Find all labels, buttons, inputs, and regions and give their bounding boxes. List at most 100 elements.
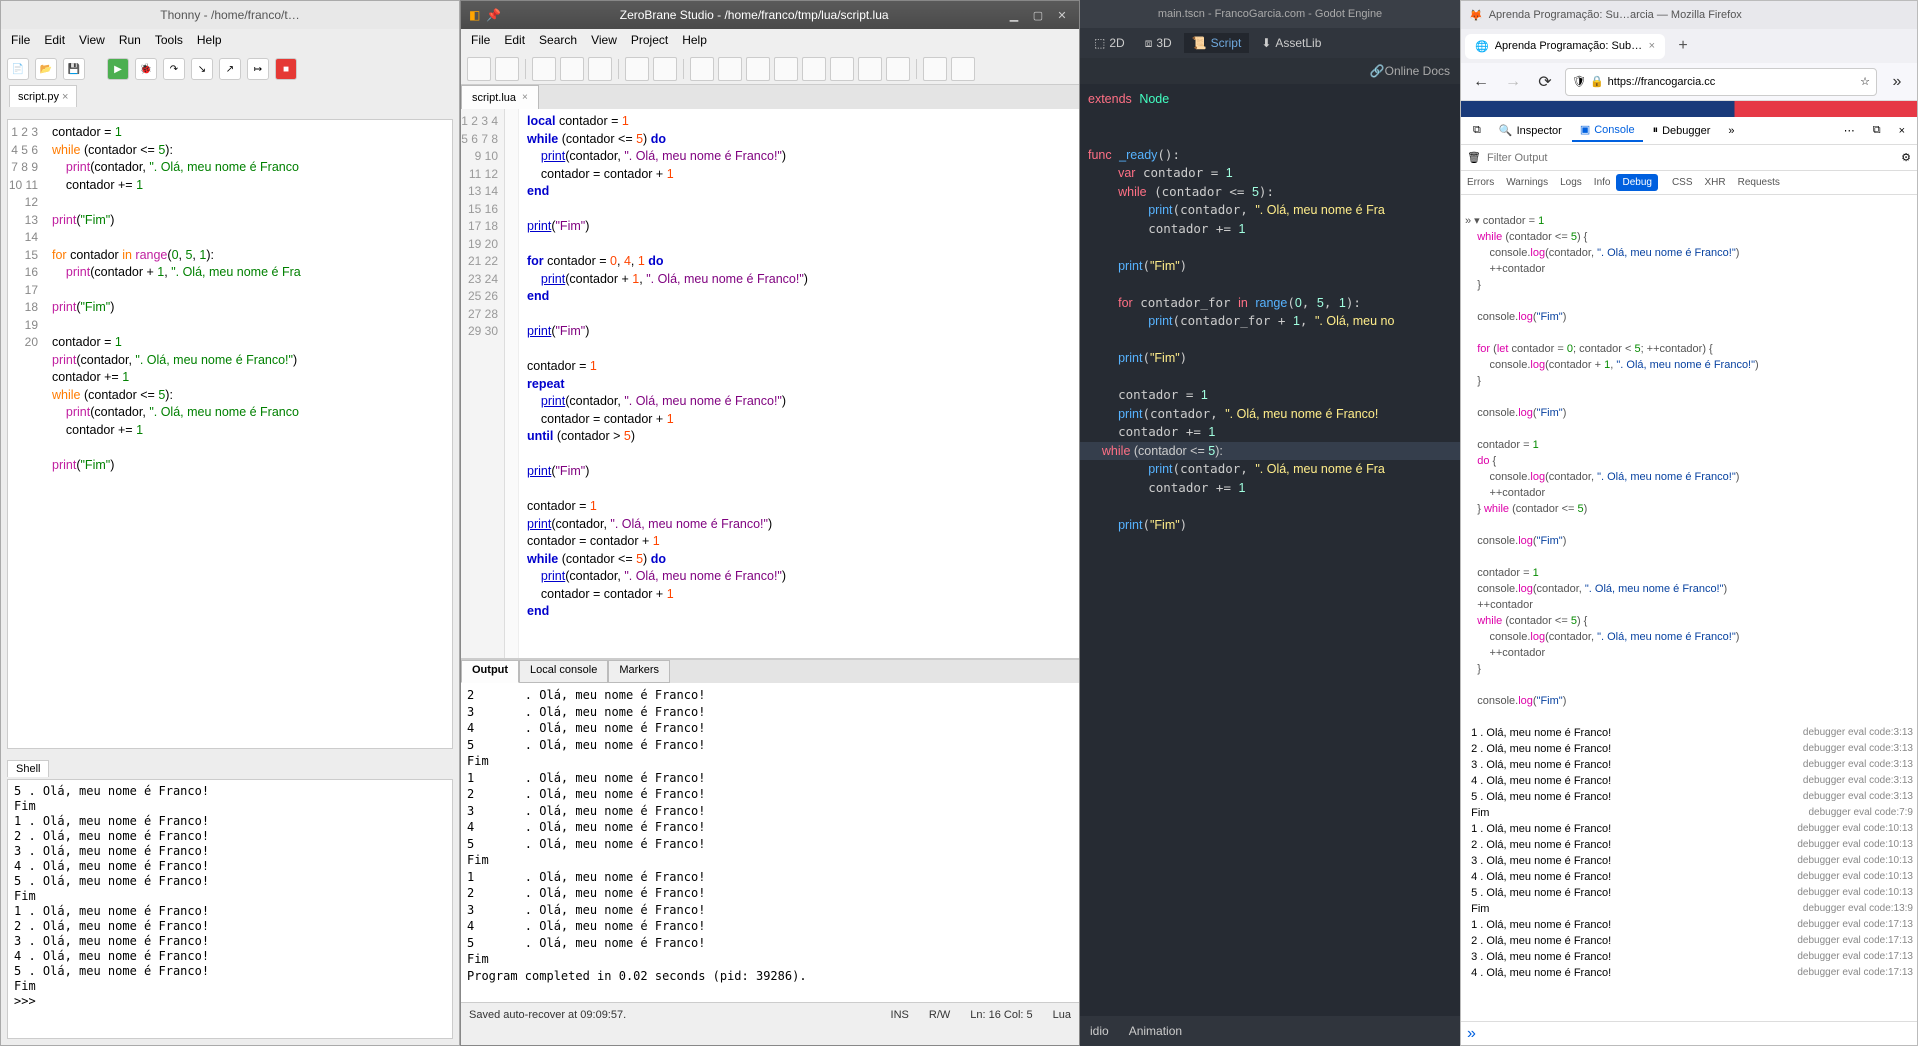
save-icon[interactable] xyxy=(532,57,556,81)
step-out-icon[interactable] xyxy=(830,57,854,81)
cat-debug[interactable]: Debug xyxy=(1616,174,1657,191)
menu-run[interactable]: Run xyxy=(113,31,147,51)
local-console-tab[interactable]: Local console xyxy=(519,660,608,683)
break-icon[interactable] xyxy=(858,57,882,81)
menu-tools[interactable]: Tools xyxy=(149,31,189,51)
menu-view[interactable]: View xyxy=(73,31,111,51)
new-file-icon[interactable]: 📄 xyxy=(7,58,29,80)
menu-file[interactable]: File xyxy=(5,31,36,51)
url-bar[interactable]: 🛡 🔒 https://francogarcia.cc ☆ xyxy=(1565,68,1877,96)
step-over-icon[interactable]: ↷ xyxy=(163,58,185,80)
settings-icon[interactable]: ⚙ xyxy=(1901,151,1911,164)
menu-search[interactable]: Search xyxy=(533,31,583,51)
save-all-icon[interactable] xyxy=(560,57,584,81)
devtools-menu-icon[interactable]: ⋯ xyxy=(1836,120,1863,141)
cat-requests[interactable]: Requests xyxy=(1732,174,1786,191)
animation-label[interactable]: Animation xyxy=(1129,1024,1182,1038)
thonny-shell[interactable]: 5 . Olá, meu nome é Franco! Fim 1 . Olá,… xyxy=(7,779,453,1039)
cat-warnings[interactable]: Warnings xyxy=(1500,174,1554,191)
inspector-tab[interactable]: 🔍 Inspector xyxy=(1491,120,1570,141)
find-icon[interactable] xyxy=(625,57,649,81)
debugger-tab[interactable]: ⏸ Debugger xyxy=(1645,120,1719,141)
devtools-close-icon[interactable]: × xyxy=(1891,121,1913,141)
thonny-code[interactable]: contador = 1 while (contador <= 5): prin… xyxy=(44,120,452,748)
close-icon[interactable]: ✕ xyxy=(1053,6,1071,24)
idio-label[interactable]: idio xyxy=(1090,1024,1109,1038)
menu-help[interactable]: Help xyxy=(676,31,713,51)
maximize-icon[interactable]: ▢ xyxy=(1029,6,1047,24)
cat-xhr[interactable]: XHR xyxy=(1699,174,1732,191)
reload-icon[interactable]: ⟳ xyxy=(1533,70,1557,94)
open-file-icon[interactable]: 📂 xyxy=(35,58,57,80)
bookmarks-icon[interactable] xyxy=(951,57,975,81)
zb-titlebar: ◧ 📌 ZeroBrane Studio - /home/franco/tmp/… xyxy=(461,1,1079,29)
step-into-icon[interactable]: ↘ xyxy=(191,58,213,80)
godot-code[interactable]: extends Node func _ready(): var contador… xyxy=(1080,84,1460,964)
cat-logs[interactable]: Logs xyxy=(1554,174,1588,191)
back-icon[interactable]: ← xyxy=(1469,70,1493,94)
overflow-icon[interactable]: » xyxy=(1885,70,1909,94)
console-output[interactable]: » ▾ contador = 1 while (contador <= 5) {… xyxy=(1461,195,1917,1021)
script-button[interactable]: 📜 Script xyxy=(1184,33,1250,53)
thonny-tab[interactable]: script.py × xyxy=(9,85,77,107)
cat-info[interactable]: Info xyxy=(1588,174,1617,191)
shell-tab[interactable]: Shell xyxy=(7,760,49,777)
close-icon[interactable]: × xyxy=(522,92,528,103)
toggle-breakpoint-icon[interactable] xyxy=(923,57,947,81)
iframe-picker-icon[interactable]: ⧉ xyxy=(1465,120,1489,141)
browser-tab[interactable]: 🌐 Aprenda Programação: Subr… × xyxy=(1465,34,1665,59)
close-icon[interactable]: × xyxy=(62,91,68,103)
open-file-icon[interactable] xyxy=(495,57,519,81)
stop-icon[interactable] xyxy=(886,57,910,81)
zb-tab[interactable]: script.lua× xyxy=(461,85,539,109)
3d-button[interactable]: ⧈ 3D xyxy=(1137,33,1180,54)
project-dir-icon[interactable] xyxy=(588,57,612,81)
save-icon[interactable]: 💾 xyxy=(63,58,85,80)
resume-icon[interactable]: ↦ xyxy=(247,58,269,80)
debug-start-icon[interactable] xyxy=(746,57,770,81)
forward-icon[interactable]: → xyxy=(1501,70,1525,94)
close-icon[interactable]: × xyxy=(1649,40,1655,52)
pin-icon[interactable]: 📌 xyxy=(486,8,501,22)
online-docs[interactable]: 🔗 Online Docs xyxy=(1080,58,1460,84)
menu-view[interactable]: View xyxy=(585,31,623,51)
run-icon[interactable]: ▶ xyxy=(107,58,129,80)
output-tab[interactable]: Output xyxy=(461,660,519,683)
debug-icon[interactable]: 🐞 xyxy=(135,58,157,80)
menu-project[interactable]: Project xyxy=(625,31,674,51)
zb-code[interactable]: local contador = 1 while (contador <= 5)… xyxy=(519,109,1079,658)
markers-tab[interactable]: Markers xyxy=(608,660,670,683)
star-icon[interactable]: ☆ xyxy=(1860,75,1870,88)
filter-input[interactable] xyxy=(1487,152,1895,164)
step-over-icon[interactable] xyxy=(774,57,798,81)
replace-icon[interactable] xyxy=(653,57,677,81)
zb-output[interactable]: 2 . Olá, meu nome é Franco! 3 . Olá, meu… xyxy=(461,683,1079,1003)
shield-icon[interactable]: 🛡 xyxy=(1572,75,1586,88)
trash-icon[interactable]: 🗑 xyxy=(1467,151,1481,164)
fold-margin[interactable] xyxy=(505,109,519,658)
assetlib-button[interactable]: ⬇ AssetLib xyxy=(1253,33,1329,53)
stop-icon[interactable]: ■ xyxy=(275,58,297,80)
console-tab[interactable]: ▣ Console xyxy=(1572,119,1643,142)
2d-button[interactable]: ⬚ 2D xyxy=(1086,33,1133,53)
minimize-icon[interactable]: ▁ xyxy=(1005,6,1023,24)
cat-errors[interactable]: Errors xyxy=(1461,174,1500,191)
filter-bar: 🗑 ⚙ xyxy=(1461,145,1917,171)
run-icon[interactable] xyxy=(690,57,714,81)
godot-bottom: idio Animation xyxy=(1080,1016,1460,1046)
menu-help[interactable]: Help xyxy=(191,31,228,51)
more-tabs-icon[interactable]: » xyxy=(1720,121,1742,141)
step-into-icon[interactable] xyxy=(802,57,826,81)
cat-css[interactable]: CSS xyxy=(1666,174,1699,191)
menu-edit[interactable]: Edit xyxy=(38,31,71,51)
zb-editor[interactable]: 1 2 3 4 5 6 7 8 9 10 11 12 13 14 15 16 1… xyxy=(461,109,1079,659)
menu-edit[interactable]: Edit xyxy=(498,31,531,51)
thonny-editor[interactable]: 1 2 3 4 5 6 7 8 9 10 11 12 13 14 15 16 1… xyxy=(7,119,453,749)
menu-file[interactable]: File xyxy=(465,31,496,51)
new-file-icon[interactable] xyxy=(467,57,491,81)
console-prompt[interactable]: » xyxy=(1461,1021,1917,1045)
new-tab-button[interactable]: + xyxy=(1671,34,1695,58)
step-out-icon[interactable]: ↗ xyxy=(219,58,241,80)
dock-icon[interactable]: ⧉ xyxy=(1865,120,1889,141)
run-noshell-icon[interactable] xyxy=(718,57,742,81)
